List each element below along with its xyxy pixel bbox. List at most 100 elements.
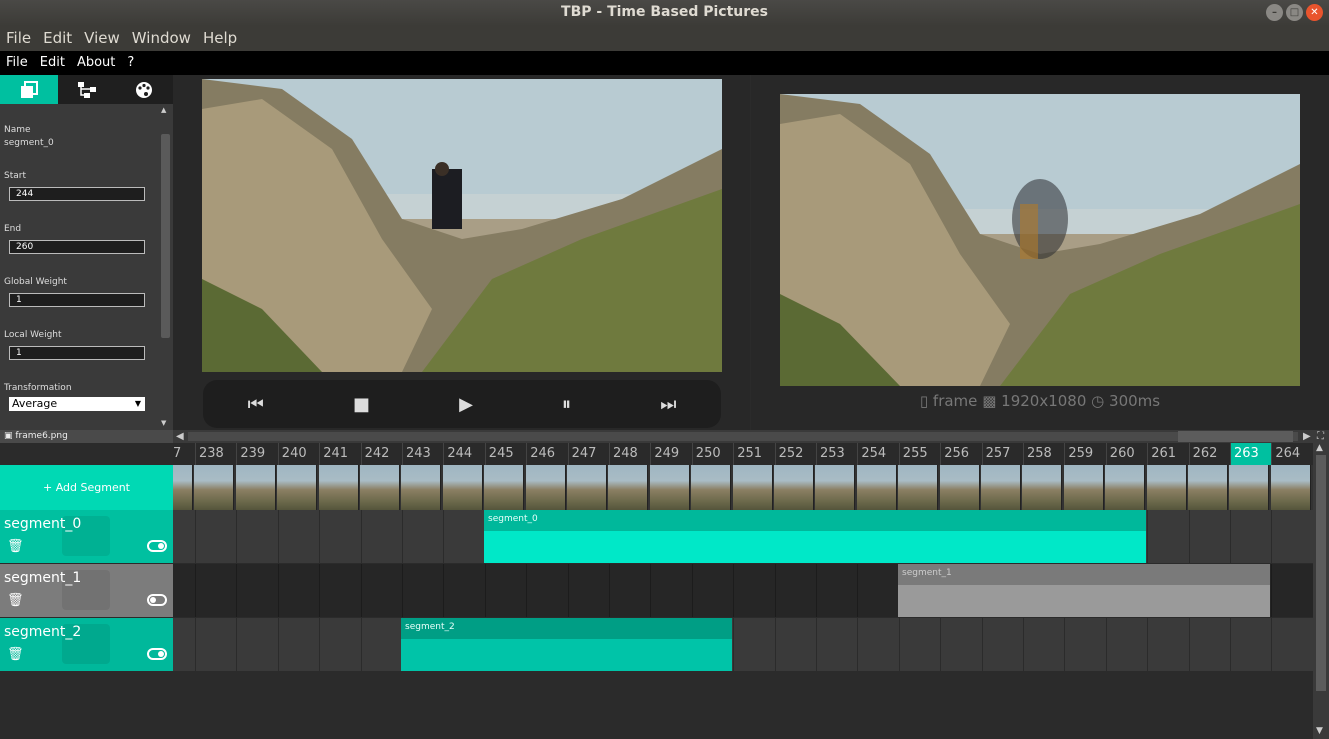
frame-thumbnail[interactable]: [194, 465, 235, 510]
menu-window[interactable]: Window: [126, 26, 197, 51]
ruler-tick[interactable]: 239: [236, 443, 277, 465]
add-segment-button[interactable]: + Add Segment: [0, 465, 173, 510]
skip-forward-button[interactable]: ⏭: [660, 394, 676, 415]
scroll-left-icon[interactable]: ◀: [176, 430, 184, 443]
frame-thumbnail[interactable]: [1146, 465, 1187, 510]
frame-thumbnail[interactable]: [1188, 465, 1228, 510]
ruler-tick[interactable]: 262: [1188, 443, 1230, 465]
ruler-tick[interactable]: 264: [1271, 443, 1312, 465]
local-weight-field[interactable]: 1: [9, 346, 145, 360]
frame-thumbnail[interactable]: [1229, 465, 1270, 510]
ruler-tick[interactable]: 261: [1147, 443, 1188, 465]
tab-hierarchy[interactable]: [58, 75, 116, 104]
scroll-down-icon[interactable]: ▼: [161, 419, 166, 427]
visibility-toggle[interactable]: [147, 540, 167, 552]
ruler-tick[interactable]: 243: [402, 443, 443, 465]
ruler-tick[interactable]: 254: [857, 443, 898, 465]
scroll-up-icon[interactable]: ▲: [1316, 443, 1323, 453]
frame-thumbnail[interactable]: [318, 465, 359, 510]
timeline-vertical-scrollbar[interactable]: ▲ ▼: [1313, 443, 1329, 739]
scroll-right-icon[interactable]: ▶: [1303, 430, 1311, 443]
timeline-horizontal-scrollbar[interactable]: ◀ ▶ ⛶: [173, 430, 1329, 443]
segment-block[interactable]: segment_2: [401, 618, 732, 671]
maximize-button[interactable]: □: [1286, 4, 1303, 21]
frame-thumbnail[interactable]: [1022, 465, 1063, 510]
ruler-tick[interactable]: 245: [484, 443, 526, 465]
ruler-tick[interactable]: 252: [774, 443, 816, 465]
ruler-tick[interactable]: 7: [173, 443, 195, 465]
properties-scrollbar[interactable]: ▲ ▼: [158, 104, 173, 430]
frame-thumbnail[interactable]: [608, 465, 649, 510]
global-weight-field[interactable]: 1: [9, 293, 145, 307]
ruler-tick[interactable]: 255: [898, 443, 940, 465]
frame-thumbnail[interactable]: [732, 465, 773, 510]
frame-thumbnail[interactable]: [898, 465, 939, 510]
app-menu-about[interactable]: About: [71, 51, 121, 75]
scrollbar-knob[interactable]: [1316, 455, 1326, 691]
frame-thumbnail[interactable]: [774, 465, 814, 510]
transformation-select[interactable]: Average ▼: [9, 397, 145, 411]
segment-block[interactable]: segment_0: [484, 510, 1146, 563]
frame-thumbnail[interactable]: [484, 465, 525, 510]
app-menu-question[interactable]: ?: [121, 51, 140, 75]
close-button[interactable]: ✕: [1306, 4, 1323, 21]
segment-row-header[interactable]: segment_0 🗑: [0, 510, 173, 563]
visibility-toggle[interactable]: [147, 648, 167, 660]
trash-icon[interactable]: 🗑: [7, 647, 24, 662]
frame-thumbnail[interactable]: [856, 465, 897, 510]
scrollbar-thumb[interactable]: [161, 134, 170, 338]
frame-thumbnail[interactable]: [649, 465, 690, 510]
ruler-tick[interactable]: 263: [1230, 443, 1271, 465]
pause-button[interactable]: ⏸: [562, 394, 571, 415]
frame-thumbnail[interactable]: [939, 465, 980, 510]
ruler-tick[interactable]: 259: [1064, 443, 1105, 465]
frame-thumbnail[interactable]: [981, 465, 1021, 510]
frame-thumbnail[interactable]: [567, 465, 607, 510]
scroll-up-icon[interactable]: ▲: [161, 106, 166, 114]
trash-icon[interactable]: 🗑: [7, 593, 24, 608]
ruler-tick[interactable]: 257: [981, 443, 1023, 465]
ruler-tick[interactable]: 248: [609, 443, 650, 465]
segment-row-header[interactable]: segment_2 🗑: [0, 618, 173, 671]
tab-palette[interactable]: [115, 75, 173, 104]
frame-thumbnail[interactable]: [235, 465, 276, 510]
tab-layers[interactable]: [0, 75, 58, 104]
frame-thumbnail[interactable]: [691, 465, 732, 510]
ruler-tick[interactable]: 244: [443, 443, 484, 465]
trash-icon[interactable]: 🗑: [7, 539, 24, 554]
ruler-tick[interactable]: 251: [733, 443, 774, 465]
minimize-button[interactable]: –: [1266, 4, 1283, 21]
menu-help[interactable]: Help: [197, 26, 243, 51]
play-button[interactable]: ▶: [459, 394, 473, 415]
frame-thumbnail[interactable]: [1270, 465, 1311, 510]
start-field[interactable]: 244: [9, 187, 145, 201]
frame-thumbnail[interactable]: [1063, 465, 1104, 510]
scrollbar-track[interactable]: [188, 432, 1298, 441]
app-menu-file[interactable]: File: [0, 51, 34, 75]
scrollbar-knob[interactable]: [1178, 431, 1293, 442]
frame-thumbnail[interactable]: [442, 465, 483, 510]
menu-edit[interactable]: Edit: [37, 26, 78, 51]
ruler-tick[interactable]: 238: [195, 443, 236, 465]
frame-thumbnail[interactable]: [525, 465, 566, 510]
frame-thumbnail[interactable]: [277, 465, 318, 510]
ruler-tick[interactable]: 240: [277, 443, 319, 465]
frame-thumbnail[interactable]: [360, 465, 400, 510]
frame-thumbnail[interactable]: [401, 465, 442, 510]
ruler-tick[interactable]: 256: [940, 443, 981, 465]
ruler-tick[interactable]: 246: [526, 443, 567, 465]
ruler-tick[interactable]: 241: [319, 443, 360, 465]
menu-view[interactable]: View: [78, 26, 126, 51]
skip-back-button[interactable]: ⏮: [248, 394, 264, 415]
ruler-tick[interactable]: 253: [816, 443, 857, 465]
segment-row-header[interactable]: segment_1 🗑: [0, 564, 173, 617]
stop-button[interactable]: ■: [353, 394, 370, 415]
ruler-tick[interactable]: 247: [567, 443, 609, 465]
fit-view-icon[interactable]: ⛶: [1317, 430, 1324, 443]
visibility-toggle[interactable]: [147, 594, 167, 606]
frame-thumbnail[interactable]: [1105, 465, 1146, 510]
frame-thumbnail[interactable]: [173, 465, 193, 510]
ruler-tick[interactable]: 249: [650, 443, 691, 465]
end-field[interactable]: 260: [9, 240, 145, 254]
ruler-tick[interactable]: 242: [360, 443, 402, 465]
